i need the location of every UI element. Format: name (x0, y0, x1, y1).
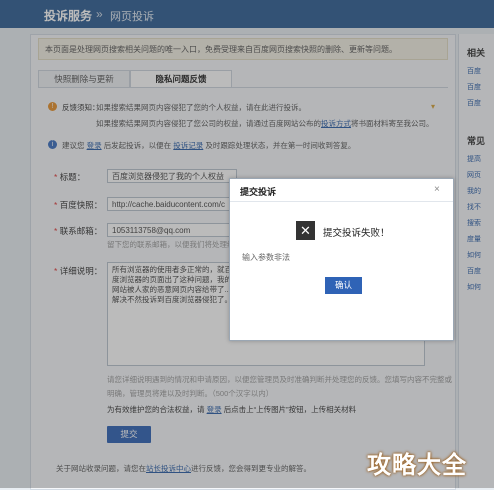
dialog-title: 提交投诉 (240, 187, 277, 197)
dialog-header: 提交投诉 × (230, 179, 453, 202)
close-icon[interactable]: × (434, 184, 440, 195)
error-x-icon: ✕ (296, 221, 315, 240)
submit-dialog: 提交投诉 × ✕ 提交投诉失败！ 输入参数非法 确认 (229, 178, 454, 341)
error-message: 提交投诉失败！ (323, 228, 390, 239)
watermark-text: 攻略大全 (367, 452, 467, 479)
error-detail: 输入参数非法 (242, 253, 290, 262)
confirm-button[interactable]: 确认 (325, 277, 362, 294)
